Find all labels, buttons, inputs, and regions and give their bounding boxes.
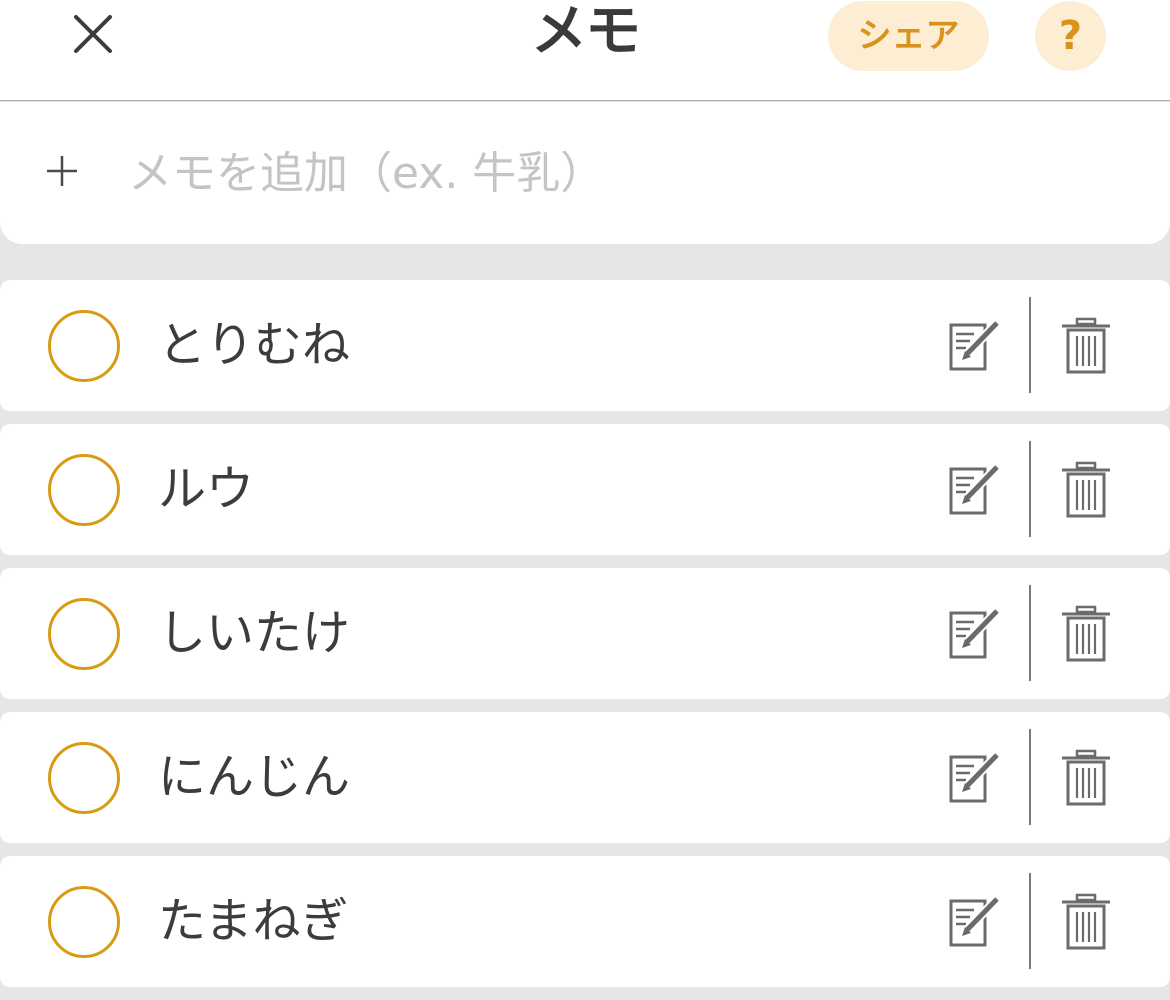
divider bbox=[1029, 585, 1031, 681]
list-item: にんじん bbox=[0, 712, 1170, 843]
edit-icon[interactable] bbox=[946, 750, 1004, 808]
checkbox[interactable] bbox=[48, 598, 120, 670]
share-button[interactable]: シェア bbox=[828, 1, 989, 71]
item-label: たまねぎ bbox=[158, 893, 349, 949]
edit-icon[interactable] bbox=[946, 606, 1004, 664]
trash-icon[interactable] bbox=[1060, 892, 1112, 952]
checkbox[interactable] bbox=[48, 310, 120, 382]
help-button[interactable]: ? bbox=[1035, 1, 1106, 71]
item-label: とりむね bbox=[158, 317, 351, 373]
trash-icon[interactable] bbox=[1060, 316, 1112, 376]
item-label: にんじん bbox=[158, 749, 351, 805]
list-item: たまねぎ bbox=[0, 856, 1170, 987]
item-label: しいたけ bbox=[158, 605, 351, 661]
plus-icon[interactable] bbox=[46, 155, 78, 187]
divider bbox=[1029, 297, 1031, 393]
edit-icon[interactable] bbox=[946, 894, 1004, 952]
edit-icon[interactable] bbox=[946, 462, 1004, 520]
list-item: ルウ bbox=[0, 424, 1170, 555]
list-item: しいたけ bbox=[0, 568, 1170, 699]
page-title: メモ bbox=[531, 0, 641, 64]
checkbox[interactable] bbox=[48, 454, 120, 526]
list-item: とりむね bbox=[0, 280, 1170, 411]
trash-icon[interactable] bbox=[1060, 460, 1112, 520]
divider bbox=[1029, 441, 1031, 537]
divider bbox=[1029, 873, 1031, 969]
checkbox[interactable] bbox=[48, 886, 120, 958]
trash-icon[interactable] bbox=[1060, 604, 1112, 664]
app-header: メモ シェア ? bbox=[0, 0, 1170, 101]
divider bbox=[1029, 729, 1031, 825]
memo-list: とりむね ルウ しいたけ にんじん たまねぎ bbox=[0, 280, 1170, 1000]
item-label: ルウ bbox=[158, 461, 255, 517]
trash-icon[interactable] bbox=[1060, 748, 1112, 808]
edit-icon[interactable] bbox=[946, 318, 1004, 376]
checkbox[interactable] bbox=[48, 742, 120, 814]
add-memo-input[interactable] bbox=[128, 140, 1108, 206]
